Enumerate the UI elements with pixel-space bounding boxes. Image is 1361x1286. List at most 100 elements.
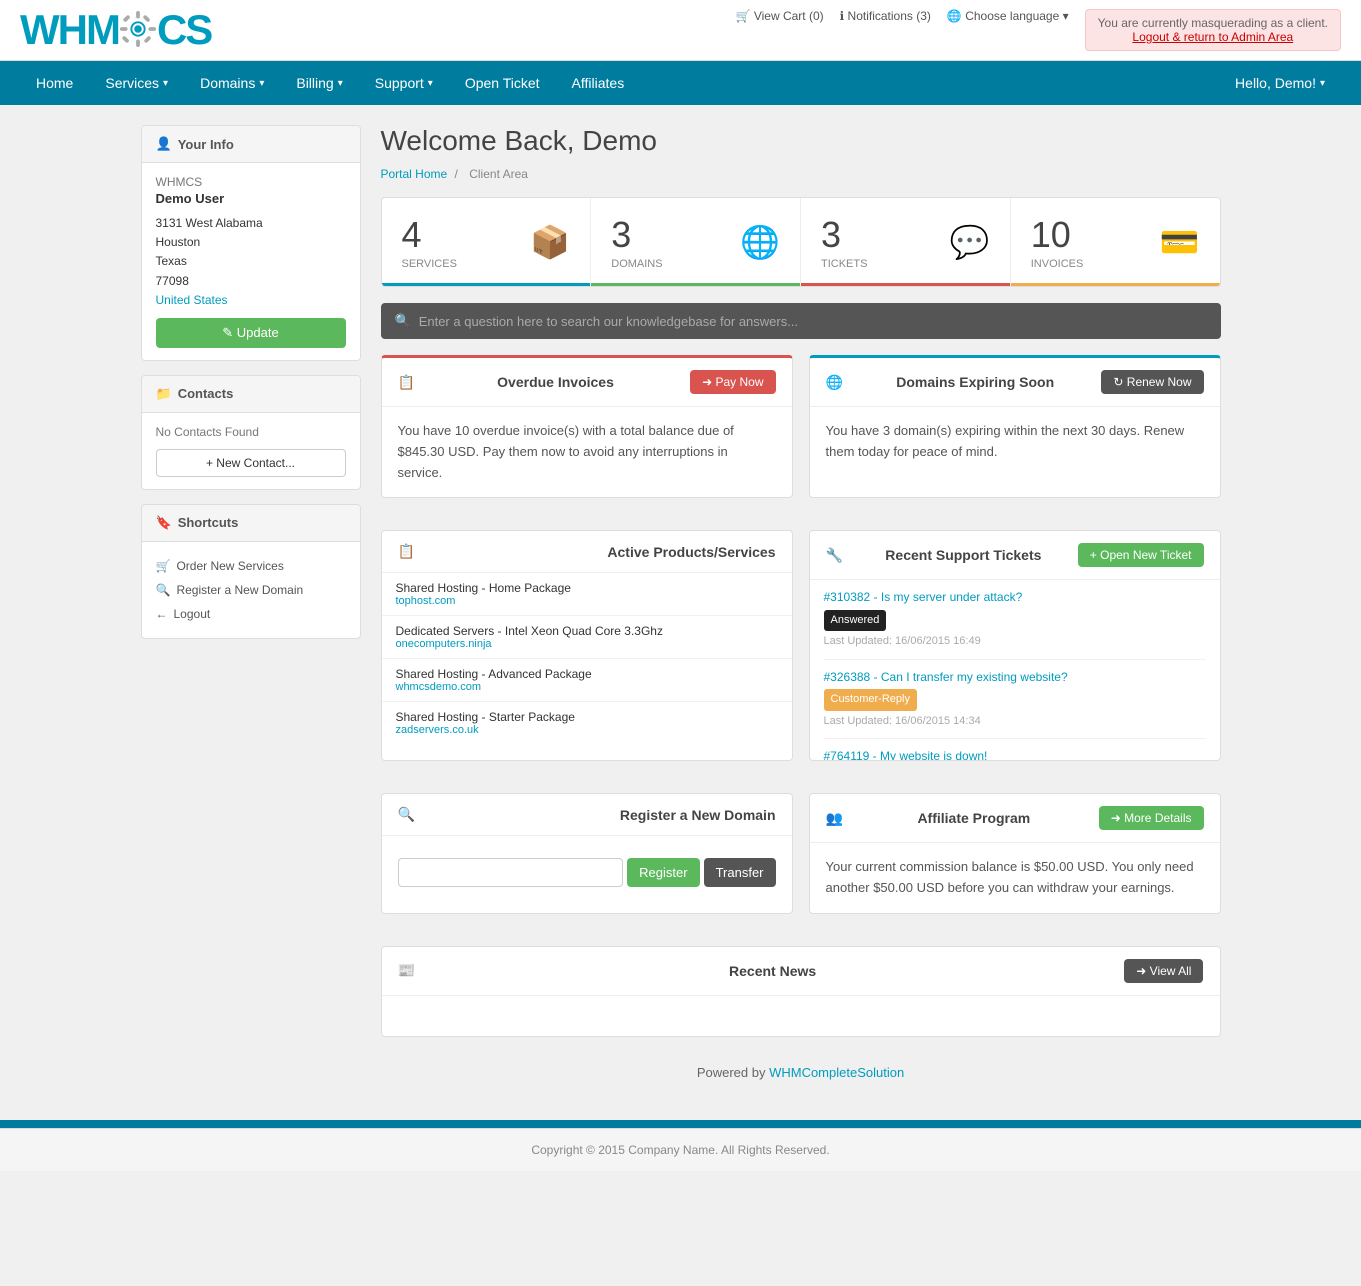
globe-shortcut-icon: 🔍: [156, 583, 171, 597]
domains-expiring-text: You have 3 domain(s) expiring within the…: [826, 423, 1185, 459]
pay-now-button[interactable]: ➜ Pay Now: [690, 370, 775, 394]
search-input[interactable]: [419, 314, 1207, 329]
nav-domains[interactable]: Domains ▾: [184, 61, 280, 105]
user-icon: 👤: [156, 136, 172, 152]
active-services-header: 📋 Active Products/Services: [382, 531, 792, 573]
overdue-invoices-panel: 📋 Overdue Invoices ➜ Pay Now You have 10…: [381, 355, 793, 498]
service-name-3: Shared Hosting - Starter Package: [396, 710, 778, 724]
recent-tickets-panel: 🔧 Recent Support Tickets + Open New Tick…: [809, 530, 1221, 761]
masquerade-text: You are currently masquerading as a clie…: [1098, 16, 1328, 30]
active-services-panel: 📋 Active Products/Services Shared Hostin…: [381, 530, 793, 761]
notifications-link[interactable]: ℹ Notifications (3): [840, 9, 931, 23]
stat-domains-bar: [591, 283, 800, 286]
ticket-date-1: Last Updated: 16/06/2015 14:34: [824, 713, 1206, 731]
overdue-invoices-text: You have 10 overdue invoice(s) with a to…: [398, 423, 734, 480]
nav-services[interactable]: Services ▾: [89, 61, 184, 105]
recent-tickets-header: 🔧 Recent Support Tickets + Open New Tick…: [810, 531, 1220, 580]
nav-billing[interactable]: Billing ▾: [280, 61, 358, 105]
services-panel-icon: 📋: [398, 543, 415, 560]
service-item-0: Shared Hosting - Home Package tophost.co…: [382, 573, 792, 616]
contacts-box: 📁 Contacts No Contacts Found + New Conta…: [141, 375, 361, 490]
nav-billing-label: Billing: [296, 75, 333, 91]
footer-copyright: Copyright © 2015 Company Name. All Right…: [0, 1128, 1361, 1171]
invoice-icon: 💳: [1160, 223, 1200, 261]
ticket-link-1[interactable]: #326388 - Can I transfer my existing web…: [824, 670, 1068, 684]
more-details-button[interactable]: ➜ More Details: [1099, 806, 1204, 830]
active-services-title: Active Products/Services: [607, 544, 775, 560]
ticket-link-2[interactable]: #764119 - My website is down!: [824, 749, 988, 760]
service-domain-0[interactable]: tophost.com: [396, 595, 778, 607]
powered-by-text: Powered by: [697, 1065, 769, 1080]
contacts-header: 📁 Contacts: [142, 376, 360, 413]
nav-domains-label: Domains: [200, 75, 255, 91]
register-domain-body: Register Transfer: [382, 836, 792, 901]
ticket-date-0: Last Updated: 16/06/2015 16:49: [824, 633, 1206, 651]
ticket-icon: 💬: [950, 223, 990, 261]
your-info-box: 👤 Your Info WHMCS Demo User 3131 West Al…: [141, 125, 361, 361]
logo-gear-icon: [119, 10, 157, 48]
stat-invoices: 10 INVOICES 💳: [1011, 198, 1220, 286]
your-info-header: 👤 Your Info: [142, 126, 360, 163]
service-domain-3[interactable]: zadservers.co.uk: [396, 724, 778, 733]
powered-by-link[interactable]: WHMCompleteSolution: [769, 1065, 904, 1080]
open-new-ticket-button[interactable]: + Open New Ticket: [1078, 543, 1204, 567]
service-name-0: Shared Hosting - Home Package: [396, 581, 778, 595]
shortcut-logout-label: Logout: [174, 607, 211, 621]
search-box: 🔍: [381, 303, 1221, 339]
contacts-body: No Contacts Found + New Contact...: [142, 413, 360, 489]
cart-link[interactable]: 🛒 View Cart (0): [736, 9, 824, 23]
breadcrumb: Portal Home / Client Area: [381, 167, 1221, 181]
breadcrumb-portal-home[interactable]: Portal Home: [381, 167, 448, 181]
masquerade-logout-link[interactable]: Logout & return to Admin Area: [1132, 30, 1293, 44]
nav-home[interactable]: Home: [20, 61, 89, 105]
masquerade-box: You are currently masquerading as a clie…: [1085, 9, 1341, 51]
service-domain-2[interactable]: whmcsdemo.com: [396, 681, 778, 693]
nav-open-ticket[interactable]: Open Ticket: [449, 61, 556, 105]
logo-text: WHM CS: [20, 6, 211, 54]
new-contact-button[interactable]: + New Contact...: [156, 449, 346, 477]
transfer-domain-button[interactable]: Transfer: [704, 858, 776, 887]
shortcut-domain[interactable]: 🔍 Register a New Domain: [156, 578, 346, 602]
breadcrumb-separator: /: [455, 167, 462, 181]
ticket-id-2: #764119: [824, 749, 870, 760]
address-line5: United States: [156, 291, 346, 310]
affiliate-header: 👥 Affiliate Program ➜ More Details: [810, 794, 1220, 843]
view-all-news-button[interactable]: ➜ View All: [1124, 959, 1203, 983]
your-info-body: WHMCS Demo User 3131 West Alabama Housto…: [142, 163, 360, 360]
domain-input[interactable]: [398, 858, 624, 887]
stat-invoices-bar: [1011, 283, 1220, 286]
top-bar: WHM CS: [0, 0, 1361, 61]
logo: WHM CS: [20, 6, 211, 54]
renew-now-button[interactable]: ↻ Renew Now: [1101, 370, 1203, 394]
service-item-1: Dedicated Servers - Intel Xeon Quad Core…: [382, 616, 792, 659]
shortcut-logout[interactable]: ← Logout: [156, 602, 346, 626]
stat-services: 4 SERVICES 📦: [382, 198, 592, 286]
ticket-title-2: My website is down!: [880, 749, 987, 760]
stat-domains: 3 DOMAINS 🌐: [591, 198, 801, 286]
nav-hello-text: Hello, Demo!: [1235, 75, 1316, 91]
logo-cs: CS: [157, 6, 211, 53]
service-name-2: Shared Hosting - Advanced Package: [396, 667, 778, 681]
domain-reg-icon: 🔍: [398, 806, 415, 823]
globe-icon: 🌐: [740, 223, 780, 261]
affiliate-panel: 👥 Affiliate Program ➜ More Details Your …: [809, 793, 1221, 914]
nav-hello[interactable]: Hello, Demo! ▾: [1219, 61, 1341, 105]
nav-affiliates[interactable]: Affiliates: [556, 61, 641, 105]
shortcuts-box: 🔖 Shortcuts 🛒 Order New Services 🔍 Regis…: [141, 504, 361, 639]
shortcut-order[interactable]: 🛒 Order New Services: [156, 554, 346, 578]
language-link[interactable]: 🌐 Choose language ▾: [947, 9, 1069, 23]
update-button[interactable]: ✎ Update: [156, 318, 346, 348]
nav-support[interactable]: Support ▾: [359, 61, 449, 105]
user-name: Demo User: [156, 191, 346, 206]
domains-expiring-icon: 🌐: [826, 374, 843, 391]
stats-row: 4 SERVICES 📦 3 DOMAINS 🌐 3 TICKETS: [381, 197, 1221, 287]
address-line3: Texas: [156, 252, 346, 271]
nav-domains-chevron: ▾: [259, 78, 264, 89]
service-domain-1[interactable]: onecomputers.ninja: [396, 638, 778, 650]
content-area: Welcome Back, Demo Portal Home / Client …: [381, 125, 1221, 1080]
address-line1: 3131 West Alabama: [156, 214, 346, 233]
recent-tickets-title: Recent Support Tickets: [885, 547, 1041, 563]
ticket-link-0[interactable]: #310382 - Is my server under attack?: [824, 590, 1023, 604]
register-domain-button[interactable]: Register: [627, 858, 699, 887]
nav-left: Home Services ▾ Domains ▾ Billing ▾ Supp…: [20, 61, 640, 105]
